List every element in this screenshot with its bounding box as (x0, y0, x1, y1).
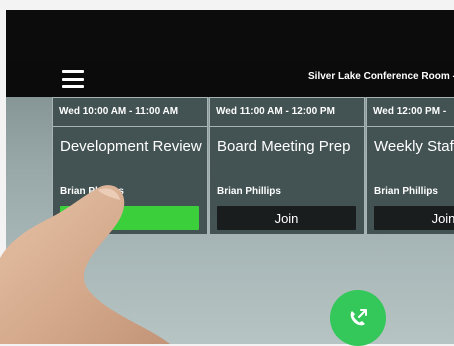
meeting-organizer: Brian Phillips (217, 186, 281, 197)
meeting-title: Development Review (60, 138, 202, 155)
meeting-organizer: Brian Phillips (60, 186, 124, 197)
meeting-time: Wed 10:00 AM - 11:00 AM (53, 98, 207, 127)
meeting-time: Wed 11:00 AM - 12:00 PM (210, 98, 364, 127)
meeting-title: Board Meeting Prep (217, 138, 351, 155)
meeting-card[interactable]: Wed 10:00 AM - 11:00 AM Development Revi… (52, 97, 208, 235)
meeting-time: Wed 12:00 PM - (367, 98, 454, 127)
meeting-card[interactable]: Wed 12:00 PM - Weekly Staff Brian Philli… (366, 97, 454, 235)
meeting-cards: Wed 10:00 AM - 11:00 AM Development Revi… (52, 97, 454, 237)
join-button[interactable] (60, 206, 199, 230)
meeting-card[interactable]: Wed 11:00 AM - 12:00 PM Board Meeting Pr… (209, 97, 365, 235)
room-name: Silver Lake Conference Room - (308, 71, 454, 82)
join-button[interactable]: Join (374, 206, 454, 230)
meeting-title: Weekly Staff (374, 138, 454, 155)
phone-outgoing-icon (350, 309, 367, 326)
meeting-organizer: Brian Phillips (374, 186, 438, 197)
join-button[interactable]: Join (217, 206, 356, 230)
call-button[interactable] (330, 290, 386, 346)
hamburger-menu-icon[interactable] (62, 70, 84, 88)
